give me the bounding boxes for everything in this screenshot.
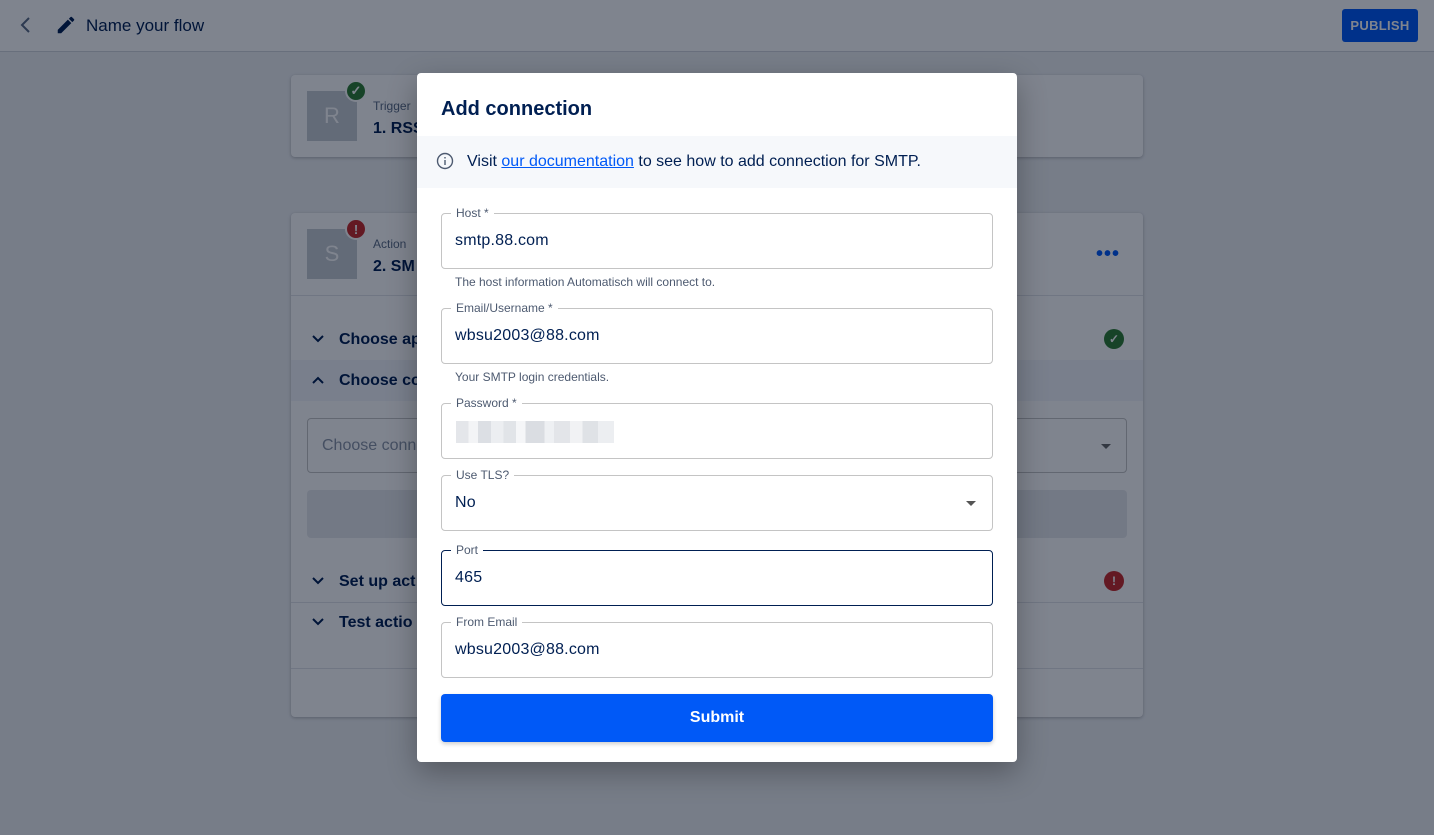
info-prefix: Visit — [467, 153, 502, 170]
password-label: Password * — [451, 396, 522, 410]
password-value-redacted[interactable] — [456, 421, 614, 443]
password-field[interactable]: Password * — [441, 396, 993, 459]
host-field[interactable]: Host * smtp.88.com — [441, 206, 993, 269]
host-helper-text: The host information Automatisch will co… — [455, 275, 716, 289]
from-email-label: From Email — [451, 615, 523, 629]
info-icon — [436, 152, 454, 170]
use-tls-label: Use TLS? — [451, 468, 515, 482]
port-field[interactable]: Port 465 — [441, 543, 993, 606]
caret-down-icon — [966, 501, 976, 506]
dialog-title: Add connection — [441, 98, 593, 120]
from-email-field[interactable]: From Email wbsu2003@88.com — [441, 615, 993, 678]
username-helper-text: Your SMTP login credentials. — [455, 370, 610, 384]
info-text: Visit our documentation to see how to ad… — [467, 153, 921, 171]
username-field[interactable]: Email/Username * wbsu2003@88.com — [441, 301, 993, 364]
host-value[interactable]: smtp.88.com — [455, 232, 549, 250]
username-value[interactable]: wbsu2003@88.com — [455, 327, 600, 345]
port-value[interactable]: 465 — [455, 569, 482, 587]
host-label: Host * — [451, 206, 494, 220]
use-tls-select[interactable]: Use TLS? No — [441, 468, 993, 531]
username-label: Email/Username * — [451, 301, 558, 315]
documentation-link[interactable]: our documentation — [501, 153, 634, 170]
use-tls-value: No — [455, 494, 476, 511]
info-alert: Visit our documentation to see how to ad… — [417, 136, 1017, 188]
port-label: Port — [451, 543, 484, 557]
submit-button[interactable]: Submit — [441, 694, 993, 742]
add-connection-dialog: Add connection Visit our documentation t… — [417, 73, 1017, 762]
from-email-value[interactable]: wbsu2003@88.com — [455, 641, 600, 659]
info-suffix: to see how to add connection for SMTP. — [633, 153, 921, 170]
